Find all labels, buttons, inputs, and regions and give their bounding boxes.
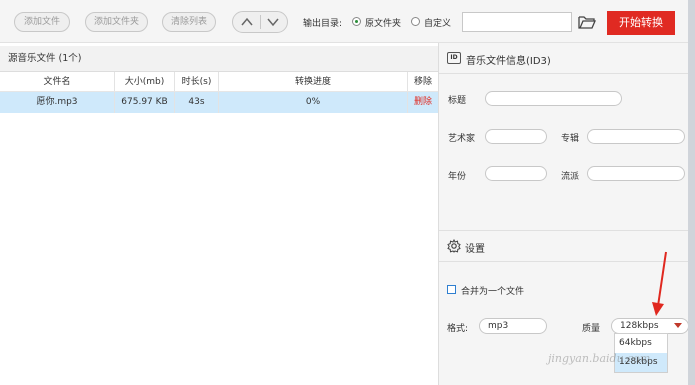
artist-label: 艺术家 — [448, 134, 476, 144]
watermark-text: jingyan.baidu.com — [548, 352, 651, 365]
file-progress: 0% — [218, 92, 407, 113]
file-duration: 43s — [174, 92, 218, 113]
move-down-icon[interactable] — [266, 15, 280, 29]
artist-field[interactable] — [485, 129, 547, 144]
file-list-header: 源音乐文件 (1个) — [0, 46, 438, 72]
id3-icon: ID — [447, 52, 461, 64]
radio-custom[interactable] — [411, 17, 420, 26]
album-label: 专辑 — [561, 134, 580, 144]
title-label: 标题 — [448, 96, 467, 106]
divider — [439, 230, 689, 231]
format-value: mp3 — [488, 321, 509, 331]
format-select[interactable]: mp3 — [479, 318, 547, 334]
col-remove: 移除 — [407, 72, 438, 91]
year-label: 年份 — [448, 172, 467, 182]
radio-custom-label: 自定义 — [424, 19, 452, 29]
chevron-down-icon[interactable] — [674, 323, 682, 328]
quality-select[interactable]: 128kbps — [611, 318, 689, 334]
folder-open-icon[interactable] — [578, 14, 596, 30]
quality-option-64[interactable]: 64kbps — [615, 334, 667, 353]
album-field[interactable] — [587, 129, 685, 144]
move-up-icon[interactable] — [240, 15, 254, 29]
col-duration: 时长(s) — [174, 72, 218, 91]
merge-label: 合并为一个文件 — [461, 287, 525, 297]
settings-title: 设置 — [465, 244, 485, 255]
genre-field[interactable] — [587, 166, 685, 181]
toolbar: 添加文件 添加文件夹 清除列表 输出目录: 原文件夹 自定义 开始转换 — [0, 0, 688, 43]
genre-label: 流派 — [561, 172, 580, 182]
col-size: 大小(mb) — [114, 72, 174, 91]
clear-list-button[interactable]: 清除列表 — [162, 12, 216, 32]
radio-original-folder-label: 原文件夹 — [365, 19, 402, 29]
year-field[interactable] — [485, 166, 547, 181]
window-edge — [688, 0, 695, 385]
delete-link[interactable]: 删除 — [407, 92, 438, 113]
col-filename: 文件名 — [43, 77, 71, 87]
file-name: 愿你.mp3 — [36, 97, 78, 107]
file-size: 675.97 KB — [114, 92, 174, 113]
title-field[interactable] — [485, 91, 622, 106]
file-table: 文件名 大小(mb) 时长(s) 转换进度 移除 愿你.mp3 675.97 K… — [0, 72, 438, 113]
col-progress: 转换进度 — [218, 72, 407, 91]
quality-label: 质量 — [582, 324, 601, 334]
divider — [260, 15, 261, 29]
output-dir-label: 输出目录: — [303, 19, 343, 29]
table-header-row: 文件名 大小(mb) 时长(s) 转换进度 移除 — [0, 72, 438, 92]
radio-original-folder[interactable] — [352, 17, 361, 26]
gear-icon — [447, 239, 461, 253]
merge-checkbox[interactable] — [447, 285, 456, 294]
quality-value: 128kbps — [620, 321, 659, 331]
output-path-input[interactable] — [462, 12, 572, 32]
format-label: 格式: — [447, 324, 469, 334]
id3-title: 音乐文件信息(ID3) — [466, 56, 551, 67]
annotation-arrow-icon — [652, 251, 667, 316]
add-file-button[interactable]: 添加文件 — [14, 12, 70, 32]
move-buttons — [232, 11, 288, 33]
table-row[interactable]: 愿你.mp3 675.97 KB 43s 0% 删除 — [0, 92, 438, 113]
add-folder-button[interactable]: 添加文件夹 — [85, 12, 148, 32]
divider — [439, 73, 689, 74]
start-convert-button[interactable]: 开始转换 — [607, 11, 675, 35]
